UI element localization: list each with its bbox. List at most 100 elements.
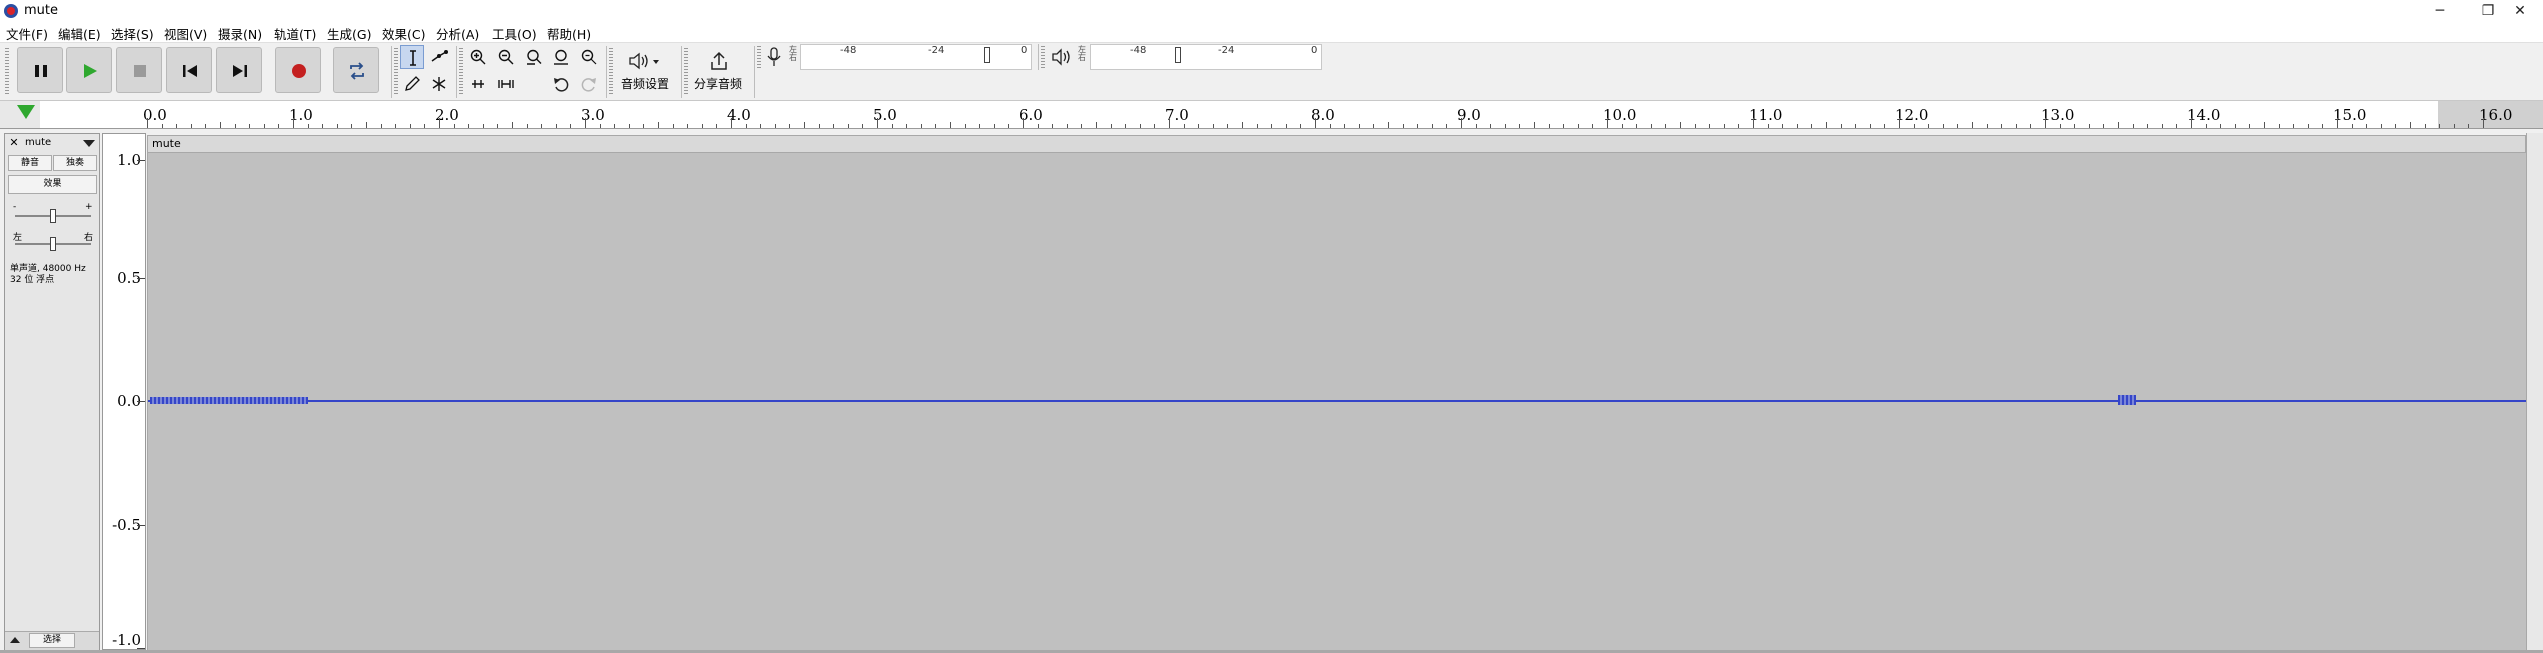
menu-effect[interactable]: 效果(C)	[382, 24, 425, 43]
audio-setup-grip[interactable]	[609, 48, 613, 94]
amplitude-ruler[interactable]: 1.0 0.5 0.0 -0.5 -1.0	[102, 133, 146, 650]
ruler-minor-tick	[205, 124, 207, 128]
collapse-track-icon[interactable]	[10, 637, 20, 643]
recording-meter-lr: 左右	[789, 45, 797, 62]
gain-slider-thumb[interactable]	[50, 209, 56, 223]
stop-button[interactable]	[116, 47, 162, 93]
meter-grip[interactable]	[757, 46, 761, 70]
audio-setup-label: 音频设置	[621, 77, 670, 91]
menu-analyze[interactable]: 分析(A)	[436, 24, 479, 43]
ruler-minor-tick	[1475, 124, 1477, 128]
clip-header[interactable]: mute	[147, 135, 2526, 153]
tools-grip[interactable]	[394, 48, 398, 94]
track-close-icon[interactable]: ✕	[8, 137, 20, 149]
playback-meter[interactable]: -48 -24 0	[1090, 44, 1322, 70]
ruler-minor-tick	[745, 124, 747, 128]
zoom-fit-icon	[554, 49, 568, 65]
record-button[interactable]	[275, 47, 321, 93]
microphone-icon[interactable]	[765, 46, 783, 68]
track-name[interactable]: mute	[25, 137, 51, 148]
meter-grip[interactable]	[1041, 46, 1045, 70]
mute-button[interactable]: 静音	[8, 155, 52, 171]
silence-audio-button[interactable]	[494, 72, 518, 96]
recording-meter[interactable]: -48 -24 0	[800, 44, 1032, 70]
zoom-toggle-button[interactable]	[577, 45, 601, 69]
ruler-minor-tick	[1957, 124, 1959, 128]
vertical-scroll-edge[interactable]	[2526, 133, 2543, 653]
ruler-minor-tick	[1694, 124, 1696, 128]
ruler-minor-tick	[614, 124, 616, 128]
menu-tools[interactable]: 工具(O)	[492, 24, 537, 43]
toolbar-grip[interactable]	[5, 48, 9, 94]
menu-tracks[interactable]: 轨道(T)	[274, 24, 316, 43]
fit-project-button[interactable]	[549, 45, 573, 69]
ruler-major-tick	[1899, 118, 1900, 128]
skip-to-start-button[interactable]	[166, 47, 212, 93]
recording-volume-thumb[interactable]	[984, 47, 990, 63]
ruler-minor-tick	[1096, 122, 1097, 128]
envelope-tool[interactable]	[427, 45, 451, 69]
share-grip[interactable]	[684, 48, 688, 94]
ruler-minor-tick	[1592, 124, 1594, 128]
zoom-grip[interactable]	[459, 48, 463, 94]
zoom-in-button[interactable]	[466, 45, 490, 69]
ruler-minor-tick	[1972, 122, 1973, 128]
play-head-icon[interactable]	[17, 105, 35, 119]
waveform-area[interactable]	[147, 153, 2526, 650]
play-icon	[84, 64, 97, 78]
menu-generate[interactable]: 生成(G)	[327, 24, 371, 43]
loop-button[interactable]	[333, 47, 379, 93]
undo-button[interactable]	[549, 72, 573, 96]
ruler-minor-tick	[2103, 124, 2105, 128]
ruler-minor-tick	[774, 124, 776, 128]
selection-tool[interactable]	[400, 45, 424, 69]
ruler-minor-tick	[2234, 124, 2236, 128]
ruler-minor-tick	[1358, 124, 1360, 128]
select-track-button[interactable]: 选择	[29, 633, 75, 648]
meter-tick: 0	[1021, 45, 1028, 56]
meter-tick: -48	[1130, 45, 1147, 56]
ruler-minor-tick	[2366, 124, 2368, 128]
playback-volume-thumb[interactable]	[1175, 47, 1181, 63]
menu-select[interactable]: 选择(S)	[111, 24, 154, 43]
redo-button[interactable]	[577, 72, 601, 96]
ruler-minor-tick	[482, 124, 484, 128]
share-audio-button[interactable]: 分享音频	[690, 48, 746, 94]
ruler-minor-tick	[234, 124, 236, 128]
gain-minus-label: -	[13, 202, 17, 212]
skip-to-end-button[interactable]	[216, 47, 262, 93]
draw-tool[interactable]	[400, 72, 424, 96]
ruler-minor-tick	[1855, 124, 1857, 128]
menu-help[interactable]: 帮助(H)	[547, 24, 591, 43]
ruler-minor-tick	[2278, 124, 2280, 128]
multi-tool[interactable]	[427, 72, 451, 96]
ruler-minor-tick	[1242, 122, 1243, 128]
ruler-minor-tick	[336, 124, 338, 128]
solo-button[interactable]: 独奏	[53, 155, 97, 171]
close-window-button[interactable]: ✕	[2497, 0, 2543, 22]
ruler-minor-tick	[672, 124, 674, 128]
pause-button[interactable]	[17, 47, 63, 93]
effects-button[interactable]: 效果	[8, 175, 97, 194]
zoom-out-button[interactable]	[494, 45, 518, 69]
fit-selection-button[interactable]	[522, 45, 546, 69]
ruler-minor-tick	[1986, 124, 1988, 128]
ruler-major-tick	[1607, 118, 1608, 128]
audio-setup-button[interactable]: 音频设置	[617, 48, 673, 94]
minimize-button[interactable]: ─	[2417, 0, 2463, 22]
track-control-panel[interactable]: ✕ mute 静音 独奏 效果 - + 左 右 单声道, 48000 Hz 32…	[4, 133, 100, 650]
ruler-minor-tick	[862, 124, 864, 128]
speaker-icon[interactable]	[1050, 46, 1072, 68]
ruler-minor-tick	[2293, 124, 2295, 128]
menu-file[interactable]: 文件(F)	[6, 24, 48, 43]
trim-audio-button[interactable]	[466, 72, 490, 96]
menu-transport[interactable]: 摄录(N)	[218, 24, 262, 43]
play-button[interactable]	[66, 47, 112, 93]
timeline-ruler-track[interactable]	[40, 101, 2438, 128]
menu-edit[interactable]: 编辑(E)	[58, 24, 101, 43]
pan-slider-thumb[interactable]	[50, 237, 56, 251]
ruler-minor-tick	[2264, 122, 2265, 128]
playback-meter-scale	[1090, 44, 1322, 70]
track-menu-arrow-icon[interactable]	[83, 140, 95, 147]
menu-view[interactable]: 视图(V)	[164, 24, 207, 43]
